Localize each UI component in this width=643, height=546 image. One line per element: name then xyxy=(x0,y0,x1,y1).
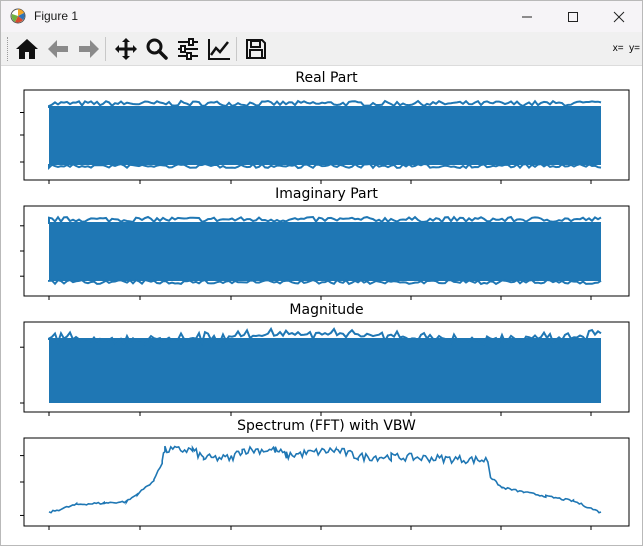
signal-band xyxy=(49,106,601,165)
floppy-disk-icon xyxy=(246,39,266,59)
configure-subplots-button[interactable] xyxy=(174,35,202,63)
signal-band xyxy=(49,338,601,403)
maximize-button[interactable] xyxy=(550,1,596,32)
edit-axes-button[interactable] xyxy=(205,35,233,63)
subplot-3: Magnitude xyxy=(20,302,630,416)
minimize-icon xyxy=(522,16,532,17)
navigation-toolbar: x= y= xyxy=(1,32,642,66)
subplot-title: Imaginary Part xyxy=(275,186,378,202)
arrow-right-icon xyxy=(79,40,99,58)
line-chart-icon xyxy=(208,39,230,60)
signal-band xyxy=(49,222,601,281)
axes-frame xyxy=(23,437,630,527)
subplot-title: Real Part xyxy=(295,70,358,86)
toolbar-separator xyxy=(105,37,106,61)
toolbar-separator xyxy=(236,37,237,61)
close-button[interactable] xyxy=(596,1,642,32)
forward-button[interactable] xyxy=(75,35,103,63)
window-title: Figure 1 xyxy=(34,9,79,23)
pan-button[interactable] xyxy=(112,35,140,63)
minimize-button[interactable] xyxy=(504,1,550,32)
matplotlib-logo-icon xyxy=(10,8,26,24)
save-button[interactable] xyxy=(242,35,270,63)
subplot-title: Spectrum (FFT) with VBW xyxy=(237,418,416,434)
toolbar-grip[interactable] xyxy=(7,37,10,61)
close-icon xyxy=(613,11,625,22)
subplot-2: Imaginary Part xyxy=(20,186,630,300)
title-bar[interactable]: Figure 1 xyxy=(1,1,642,32)
zoom-button[interactable] xyxy=(143,35,171,63)
arrow-left-icon xyxy=(48,40,68,58)
figure-window: Figure 1 x= y= Real Part Imaginary Part … xyxy=(0,0,643,546)
sliders-icon xyxy=(178,38,198,60)
spectrum-line xyxy=(48,444,602,514)
magnifier-icon xyxy=(146,38,168,60)
coordinate-readout: x= y= xyxy=(612,43,640,54)
figure-canvas[interactable]: Real Part Imaginary Part Magnitude Spectrum… xyxy=(1,66,642,546)
back-button[interactable] xyxy=(44,35,72,63)
subplot-title: Magnitude xyxy=(289,302,363,318)
subplot-1: Real Part xyxy=(20,70,630,184)
subplot-4: Spectrum (FFT) with VBW xyxy=(20,418,630,530)
maximize-icon xyxy=(568,11,578,22)
home-button[interactable] xyxy=(13,35,41,63)
home-icon xyxy=(16,39,38,59)
move-arrows-icon xyxy=(115,38,137,60)
